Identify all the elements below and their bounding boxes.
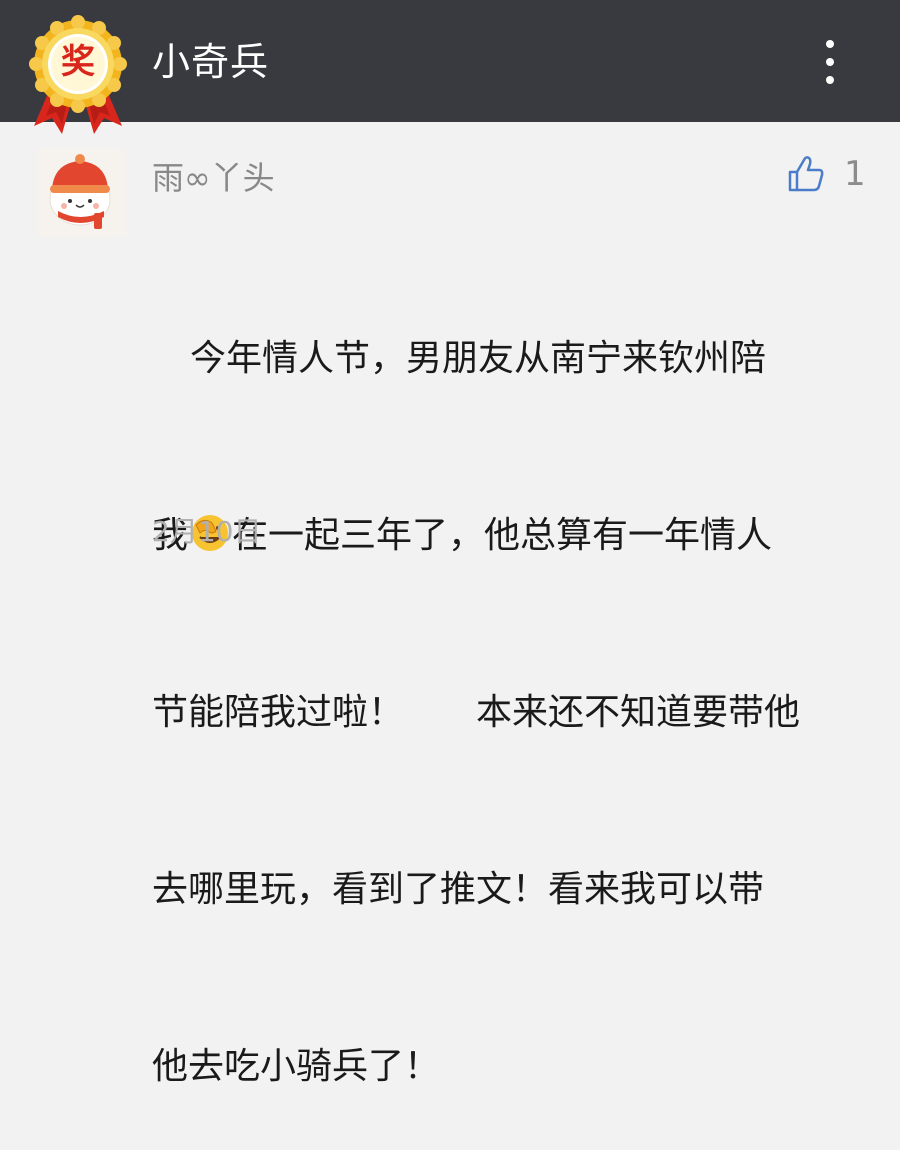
more-menu-button[interactable] — [812, 34, 848, 90]
like-count: 1 — [844, 154, 866, 194]
comment-line-text: 在一起三年了，他总算有一年情人 — [232, 515, 773, 556]
comment-text: 今年情人节，男朋友从南宁来钦州陪 我 在一起三年了，他总算有一年情人 节能陪我过… — [152, 211, 852, 1150]
page-title: 小奇兵 — [152, 40, 270, 84]
more-vertical-icon — [826, 40, 834, 48]
thumbs-up-icon — [788, 156, 824, 192]
like-button[interactable]: 1 — [786, 152, 876, 196]
more-vertical-icon — [826, 58, 834, 66]
comment-line-text: 今年情人节，男朋友从南宁来钦州陪 — [190, 338, 767, 379]
badge-text: 奖 — [61, 42, 95, 82]
comment-line: 去哪里玩，看到了推文！看来我可以带 — [152, 860, 852, 919]
comment-line-text: 去哪里玩，看到了推文！看来我可以带 — [152, 869, 765, 910]
comment-line: 今年情人节，男朋友从南宁来钦州陪 — [152, 329, 852, 388]
comment-date: 2月10日 — [152, 515, 262, 548]
comment-line-text: 节能陪我过啦！ 本来还不知道要带他 — [152, 692, 801, 733]
more-vertical-icon — [826, 76, 834, 84]
avatar[interactable] — [38, 149, 126, 237]
comment-line: 他去吃小骑兵了！ — [152, 1037, 852, 1096]
comment-author-name[interactable]: 雨∞丫头 — [152, 156, 275, 200]
app-header: 奖 小奇兵 — [0, 0, 900, 134]
comment-line: 节能陪我过啦！ 本来还不知道要带他 — [152, 683, 852, 742]
award-badge-icon: 奖 — [22, 14, 134, 136]
comment-line-text: 他去吃小骑兵了！ — [152, 1046, 441, 1087]
